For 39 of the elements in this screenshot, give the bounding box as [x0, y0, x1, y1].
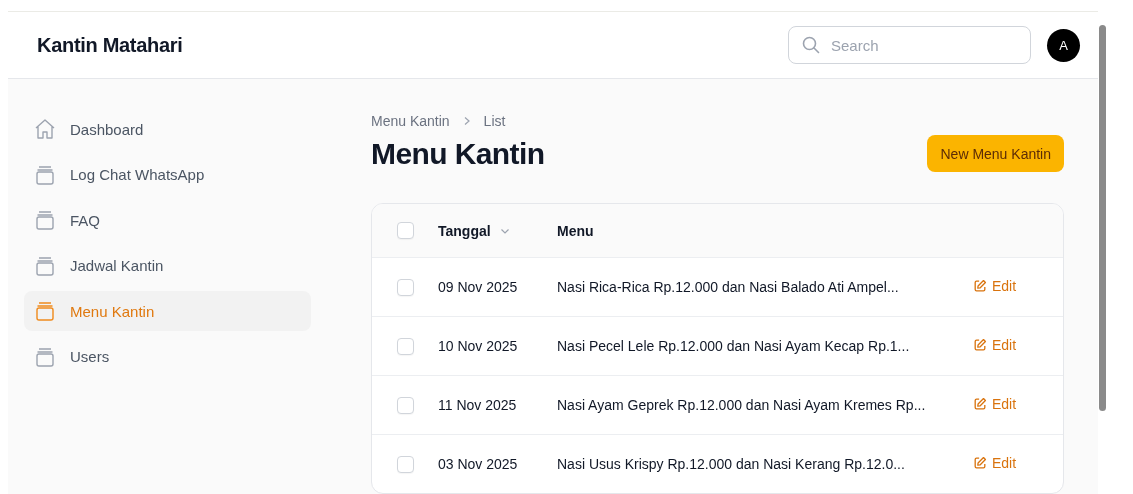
- search-icon: [801, 35, 821, 55]
- table-cell: Nasi Usus Krispy Rp.12.000 dan Nasi Kerang Rp.12.0...: [557, 456, 905, 472]
- breadcrumb-current: List: [483, 113, 506, 129]
- home-icon: [34, 118, 56, 140]
- app-title: Kantin Matahari: [37, 33, 183, 57]
- column-header[interactable]: Tanggal: [438, 222, 491, 239]
- table-cell: Nasi Rica-Rica Rp.12.000 dan Nasi Balado Ati Ampel...: [557, 279, 899, 295]
- sidebar-item[interactable]: Jadwal Kantin: [24, 245, 311, 286]
- sidebar-item[interactable]: FAQ: [24, 200, 311, 240]
- table-cell: Nasi Ayam Geprek Rp.12.000 dan Nasi Ayam Kremes Rp...: [557, 397, 926, 413]
- table-cell: 10 Nov 2025: [438, 338, 518, 354]
- column-header[interactable]: Menu: [557, 222, 594, 239]
- sidebar-item[interactable]: Log Chat WhatsApp: [24, 154, 311, 195]
- tray-icon: [34, 300, 56, 322]
- table-cell: 11 Nov 2025: [438, 397, 517, 413]
- table-cell: Nasi Pecel Lele Rp.12.000 dan Nasi Ayam Kecap Rp.1...: [557, 338, 910, 354]
- edit-icon: [973, 455, 987, 470]
- tray-icon: [34, 209, 56, 231]
- checkbox[interactable]: [396, 278, 414, 296]
- scrollbar[interactable]: [1099, 25, 1106, 411]
- sidebar-item[interactable]: Users: [24, 336, 311, 377]
- tray-icon: [34, 163, 56, 186]
- tray-icon: [34, 345, 56, 368]
- new-menu-button[interactable]: New Menu Kantin: [927, 135, 1064, 172]
- user-avatar[interactable]: A: [1047, 28, 1080, 62]
- edit-icon: [973, 337, 987, 352]
- table-cell: 09 Nov 2025: [438, 279, 518, 295]
- edit-icon: [973, 278, 987, 293]
- page-title: Menu Kantin: [371, 136, 545, 171]
- checkbox[interactable]: [396, 222, 414, 239]
- breadcrumb-link[interactable]: Menu Kantin: [371, 113, 450, 129]
- checkbox[interactable]: [396, 455, 414, 473]
- checkbox[interactable]: [396, 396, 414, 414]
- edit-icon: [973, 396, 987, 411]
- tray-icon: [34, 254, 56, 277]
- table-cell: 03 Nov 2025: [438, 456, 518, 472]
- search-field[interactable]: Search: [788, 26, 1031, 64]
- sidebar-item[interactable]: Dashboard: [24, 109, 311, 149]
- checkbox[interactable]: [396, 337, 414, 355]
